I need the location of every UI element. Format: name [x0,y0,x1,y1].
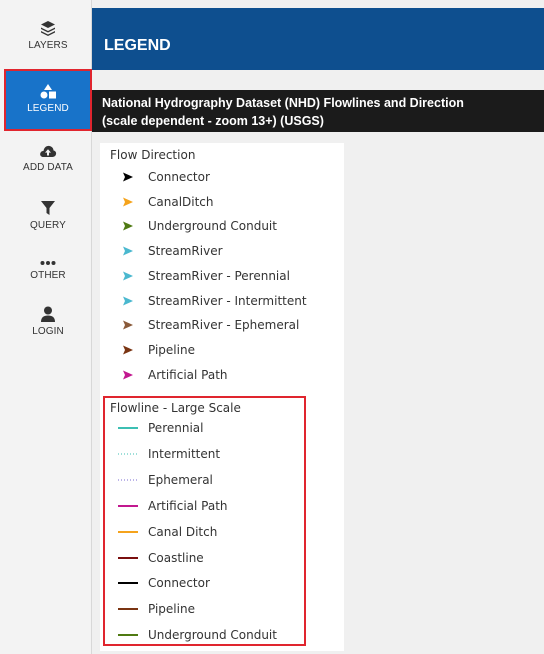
legend-label: CanalDitch [148,194,214,209]
nav-add-data-button[interactable]: ADD DATA [6,130,90,188]
arrow-symbol-icon [114,244,142,258]
arrow-symbol-icon [114,343,142,357]
nav-query-label: QUERY [30,220,66,231]
side-nav: LAYERS LEGEND ADD DATA QUERY OTHER LOGIN [0,0,92,654]
flow-direction-row: Pipeline [114,338,195,362]
legend-label: StreamRiver [148,244,223,259]
nav-layers-label: LAYERS [28,40,68,51]
arrow-symbol-icon [114,318,142,332]
app-frame: LAYERS LEGEND ADD DATA QUERY OTHER LOGIN… [0,0,544,654]
legend-label: Underground Conduit [148,219,277,234]
nav-layers-button[interactable]: LAYERS [6,6,90,64]
nav-legend-button[interactable]: LEGEND [4,69,92,131]
flow-direction-row: Underground Conduit [114,214,277,238]
nav-login-button[interactable]: LOGIN [6,292,90,350]
flow-direction-row: Connector [114,165,210,189]
flow-direction-row: Artificial Path [114,363,228,387]
legend-label: StreamRiver - Perennial [148,268,290,283]
shapes-icon [40,84,56,99]
legend-label: Connector [148,170,210,184]
legend-label: Artificial Path [148,367,228,382]
layers-icon [41,21,55,36]
nav-query-button[interactable]: QUERY [6,186,90,244]
highlight-box [103,396,306,646]
flow-direction-row: StreamRiver [114,239,223,263]
arrow-symbol-icon [114,368,142,382]
nav-other-label: OTHER [30,270,66,281]
nav-add-data-label: ADD DATA [23,162,73,173]
legend-label: StreamRiver - Intermittent [148,293,307,308]
user-icon [41,306,55,322]
flow-direction-row: CanalDitch [114,190,214,214]
arrow-symbol-icon [114,269,142,283]
more-icon [40,261,56,265]
flow-direction-row: StreamRiver - Intermittent [114,289,307,313]
flow-direction-row: StreamRiver - Ephemeral [114,313,299,337]
arrow-symbol-icon [114,294,142,308]
panel-title: LEGEND [104,37,171,54]
layer-title-line1: National Hydrography Dataset (NHD) Flowl… [102,96,464,110]
nav-legend-label: LEGEND [27,103,69,114]
panel-header: LEGEND [92,8,544,70]
filter-icon [41,201,55,215]
flow-direction-title: Flow Direction [110,148,196,162]
layer-title-line2: (scale dependent - zoom 13+) (USGS) [102,114,324,128]
nav-login-label: LOGIN [32,326,64,337]
legend-label: Pipeline [148,342,195,357]
flow-direction-row: StreamRiver - Perennial [114,264,290,288]
layer-title-bar: National Hydrography Dataset (NHD) Flowl… [92,90,544,132]
legend-label: StreamRiver - Ephemeral [148,318,300,333]
cloud-upload-icon [40,145,57,157]
arrow-symbol-icon [114,170,142,184]
arrow-symbol-icon [114,219,142,233]
arrow-symbol-icon [114,195,142,209]
